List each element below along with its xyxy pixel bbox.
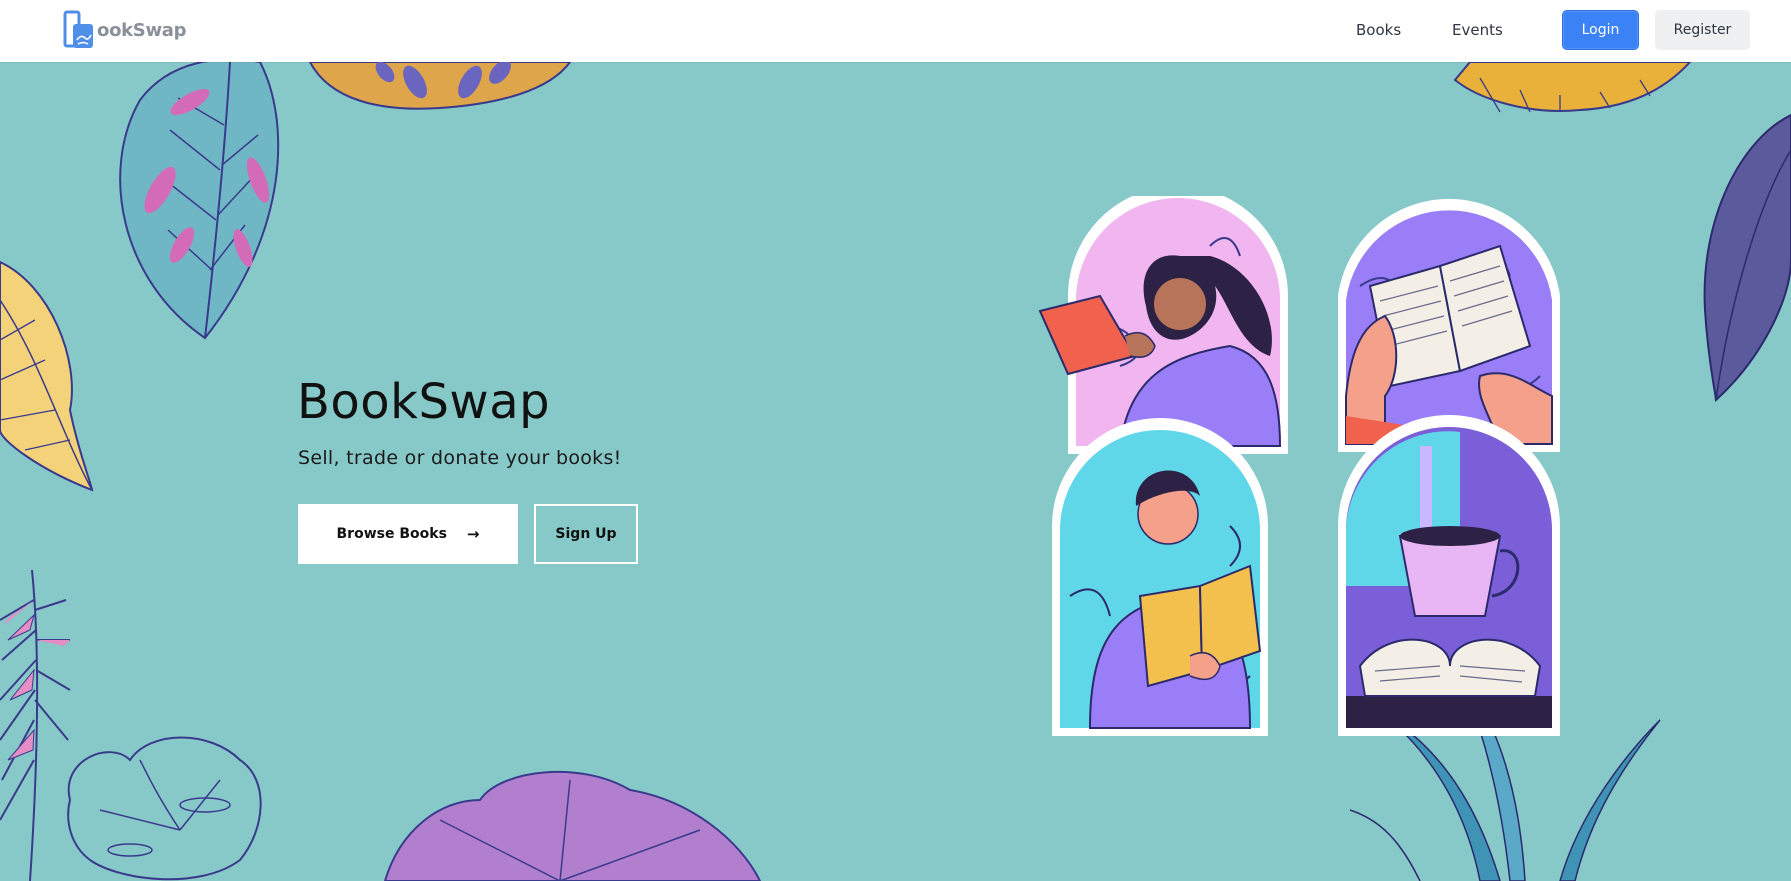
register-button[interactable]: Register: [1655, 10, 1750, 50]
brand-logo-link[interactable]: ookSwap: [63, 10, 187, 50]
cup-book-panel: [1338, 415, 1560, 736]
nav-books-link[interactable]: Books: [1356, 21, 1401, 39]
login-button[interactable]: Login: [1562, 10, 1639, 50]
man-reading-panel: [1052, 418, 1268, 736]
yellow-leaf-top-right: [1453, 62, 1692, 113]
hero-subtitle: Sell, trade or donate your books!: [298, 447, 622, 469]
teal-leaf-top-left: [119, 62, 280, 340]
nav-events-link[interactable]: Events: [1452, 21, 1503, 39]
browse-books-button[interactable]: Browse Books →: [298, 504, 518, 564]
teal-monstera-bottom-left: [67, 736, 262, 881]
book-logo-icon: [63, 10, 93, 48]
top-navbar: ookSwap Books Events Login Register: [0, 0, 1791, 62]
hands-book-panel: [1338, 198, 1560, 452]
dark-purple-leaf-right: [1703, 113, 1791, 403]
orange-leaf-top: [308, 62, 572, 110]
arrow-right-icon: →: [466, 525, 480, 543]
reading-illustration: [1038, 196, 1560, 736]
brand-name: ookSwap: [97, 19, 187, 41]
pink-fern-bottom-left: [0, 569, 71, 881]
yellow-leaf-left: [0, 260, 94, 492]
purple-monstera-bottom: [383, 770, 762, 881]
woman-reading-panel: [1038, 196, 1288, 454]
sign-up-button[interactable]: Sign Up: [534, 504, 638, 564]
browse-books-label: Browse Books: [336, 526, 447, 542]
hero-title: BookSwap: [297, 374, 551, 430]
